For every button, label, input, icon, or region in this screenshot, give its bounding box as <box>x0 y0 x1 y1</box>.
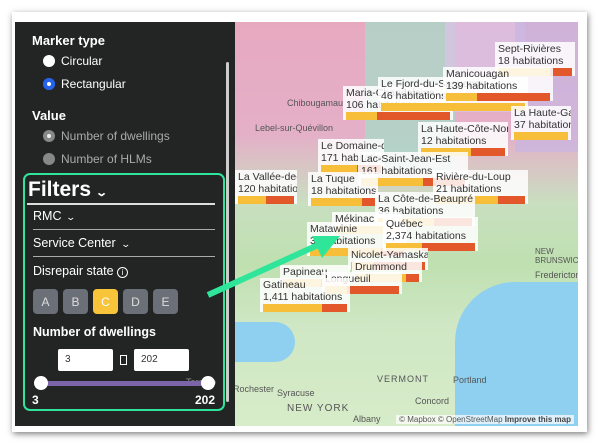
annotation-arrow <box>206 236 340 298</box>
arrow-icon <box>206 236 340 298</box>
